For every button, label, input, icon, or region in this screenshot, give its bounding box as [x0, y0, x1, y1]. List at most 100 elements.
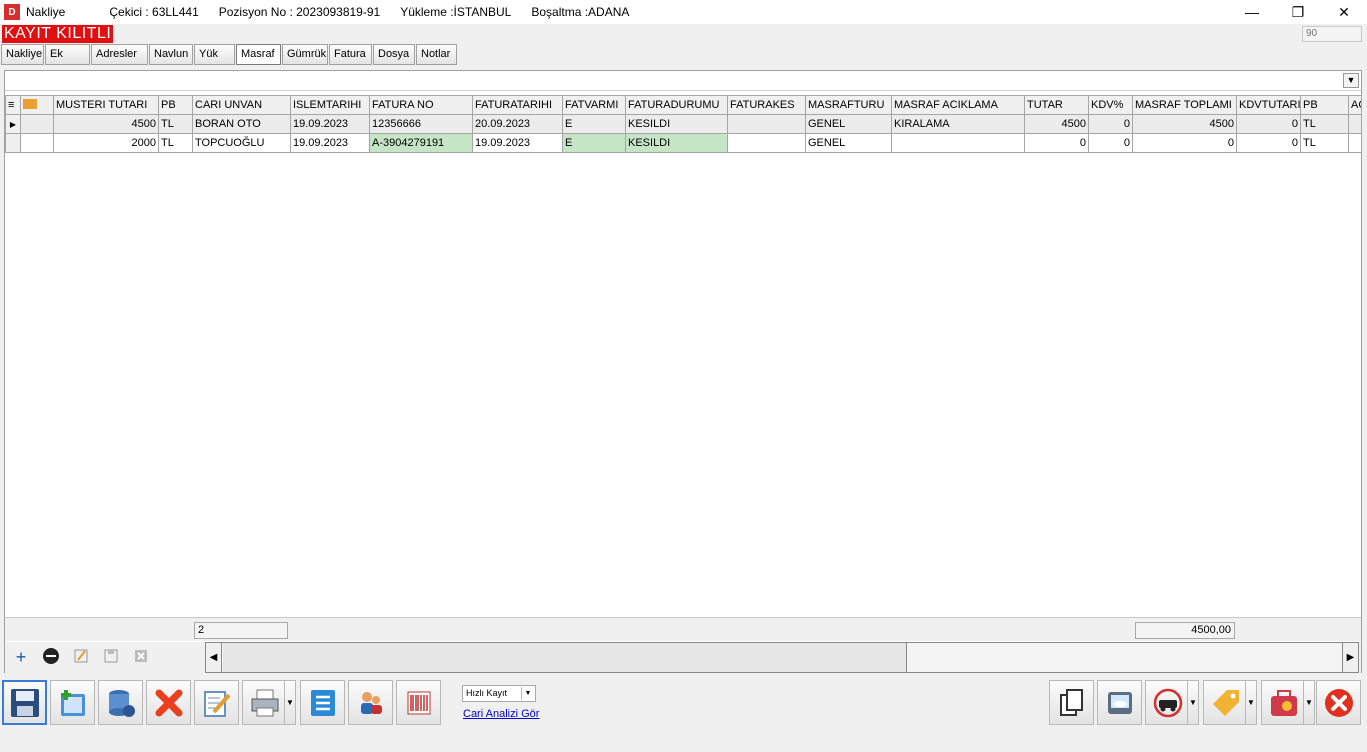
tab-ek[interactable]: Ek [45, 44, 90, 65]
table-cell[interactable]: TL [158, 133, 193, 153]
horizontal-scrollbar[interactable]: ◀ ▶ [205, 642, 1359, 673]
tab-fatura[interactable]: Fatura [329, 44, 372, 65]
table-cell[interactable]: BORAN OTO [192, 114, 291, 134]
table-cell[interactable]: KESILDI [625, 133, 728, 153]
table-cell[interactable]: TL [158, 114, 193, 134]
tab-yuk[interactable]: Yük [194, 44, 235, 65]
maximize-button[interactable]: ❐ [1275, 0, 1321, 24]
table-cell[interactable]: TOPCUOĞLU [192, 133, 291, 153]
tab-gumruk[interactable]: Gümrük [282, 44, 328, 65]
table-cell[interactable]: 4500 [53, 114, 159, 134]
save-button[interactable] [2, 680, 47, 725]
col-header[interactable]: FATURA NO [369, 95, 473, 115]
tab-nakliye[interactable]: Nakliye [1, 44, 44, 65]
corner-value-field[interactable]: 90 [1302, 26, 1362, 42]
col-header[interactable]: KDV% [1088, 95, 1133, 115]
table-cell[interactable] [1348, 133, 1362, 153]
filter-dropdown-icon[interactable]: ▼ [1343, 73, 1359, 88]
table-cell[interactable]: 4500 [1132, 114, 1237, 134]
list-button[interactable] [300, 680, 345, 725]
print-dropdown-icon[interactable]: ▼ [284, 680, 296, 725]
table-cell[interactable] [20, 133, 54, 153]
table-cell[interactable]: A-3904279191 [369, 133, 473, 153]
col-header[interactable]: AC [1348, 95, 1362, 115]
table-cell[interactable]: GENEL [805, 114, 892, 134]
filter-icon[interactable] [23, 98, 37, 109]
col-header[interactable]: FATURATARIHI [472, 95, 563, 115]
table-row[interactable]: ▶ 4500 TL BORAN OTO 19.09.2023 12356666 … [5, 114, 1362, 134]
col-header[interactable]: FATURADURUMU [625, 95, 728, 115]
cari-analiz-link[interactable]: Cari Analizi Gör [463, 708, 539, 720]
table-cell[interactable]: E [562, 133, 626, 153]
table-cell[interactable]: 0 [1236, 114, 1301, 134]
close-form-button[interactable] [1316, 680, 1361, 725]
barcode-button[interactable] [396, 680, 441, 725]
scroll-right-icon[interactable]: ▶ [1342, 643, 1358, 672]
col-header[interactable]: ISLEMTARIHI [290, 95, 370, 115]
edit-button[interactable] [194, 680, 239, 725]
expense-dropdown-icon[interactable]: ▼ [1303, 680, 1315, 725]
delete-record-icon[interactable] [41, 647, 61, 667]
database-button[interactable] [98, 680, 143, 725]
tag-button[interactable] [1203, 680, 1248, 725]
tab-navlun[interactable]: Navlun [149, 44, 193, 65]
table-cell[interactable]: 4500 [1024, 114, 1089, 134]
table-cell[interactable]: 0 [1088, 114, 1133, 134]
new-record-button[interactable] [50, 680, 95, 725]
tab-dosya[interactable]: Dosya [373, 44, 415, 65]
table-cell[interactable]: 0 [1132, 133, 1237, 153]
table-cell[interactable]: 19.09.2023 [290, 133, 370, 153]
quick-save-select[interactable]: Hızlı Kayıt ▼ [462, 685, 536, 702]
cloud-button[interactable] [1097, 680, 1142, 725]
table-cell[interactable]: TL [1300, 133, 1349, 153]
col-header[interactable]: CARI UNVAN [192, 95, 291, 115]
cancel-record-icon[interactable] [131, 647, 151, 667]
scroll-left-icon[interactable]: ◀ [206, 643, 222, 672]
tab-adresler[interactable]: Adresler [91, 44, 148, 65]
tab-masraf[interactable]: Masraf [236, 44, 281, 65]
table-cell[interactable]: 20.09.2023 [472, 114, 563, 134]
contacts-button[interactable] [348, 680, 393, 725]
table-cell[interactable]: E [562, 114, 626, 134]
table-cell[interactable]: 0 [1236, 133, 1301, 153]
post-record-icon[interactable] [101, 647, 121, 667]
print-button[interactable] [242, 680, 287, 725]
col-header[interactable]: MUSTERI TUTARI [53, 95, 159, 115]
table-cell[interactable]: TL [1300, 114, 1349, 134]
col-header[interactable]: KDVTUTARI [1236, 95, 1301, 115]
col-header[interactable]: MASRAFTURU [805, 95, 892, 115]
table-cell[interactable]: 19.09.2023 [290, 114, 370, 134]
delete-button[interactable] [146, 680, 191, 725]
col-header[interactable]: MASRAF ACIKLAMA [891, 95, 1025, 115]
close-window-button[interactable]: ✕ [1321, 0, 1367, 24]
col-header[interactable]: PB [1300, 95, 1349, 115]
vehicle-dropdown-icon[interactable]: ▼ [1187, 680, 1199, 725]
table-cell[interactable]: 0 [1024, 133, 1089, 153]
row-selector-header[interactable]: ≡ [5, 95, 21, 115]
add-record-icon[interactable]: + [11, 647, 31, 667]
current-row-indicator-icon[interactable]: ▶ [5, 114, 21, 134]
table-cell[interactable]: GENEL [805, 133, 892, 153]
table-cell[interactable]: 19.09.2023 [472, 133, 563, 153]
col-header[interactable]: FATVARMI [562, 95, 626, 115]
tag-dropdown-icon[interactable]: ▼ [1245, 680, 1257, 725]
col-header[interactable]: FATURAKES [727, 95, 806, 115]
table-cell[interactable]: 2000 [53, 133, 159, 153]
table-cell[interactable] [891, 133, 1025, 153]
chevron-down-icon[interactable]: ▼ [521, 687, 534, 700]
filter-header-cell[interactable] [20, 95, 54, 115]
table-cell[interactable]: 12356666 [369, 114, 473, 134]
filter-bar[interactable]: ▼ [5, 71, 1361, 91]
vehicle-button[interactable] [1145, 680, 1190, 725]
table-cell[interactable]: 0 [1088, 133, 1133, 153]
copy-button[interactable] [1049, 680, 1094, 725]
table-row[interactable]: 2000 TL TOPCUOĞLU 19.09.2023 A-390427919… [5, 133, 1362, 153]
minimize-button[interactable]: — [1229, 0, 1275, 24]
tab-notlar[interactable]: Notlar [416, 44, 457, 65]
col-header[interactable]: MASRAF TOPLAMI [1132, 95, 1237, 115]
table-cell[interactable]: KESILDI [625, 114, 728, 134]
table-cell[interactable] [727, 133, 806, 153]
scrollbar-thumb[interactable] [223, 643, 907, 672]
col-header[interactable]: PB [158, 95, 193, 115]
table-cell[interactable] [1348, 114, 1362, 134]
